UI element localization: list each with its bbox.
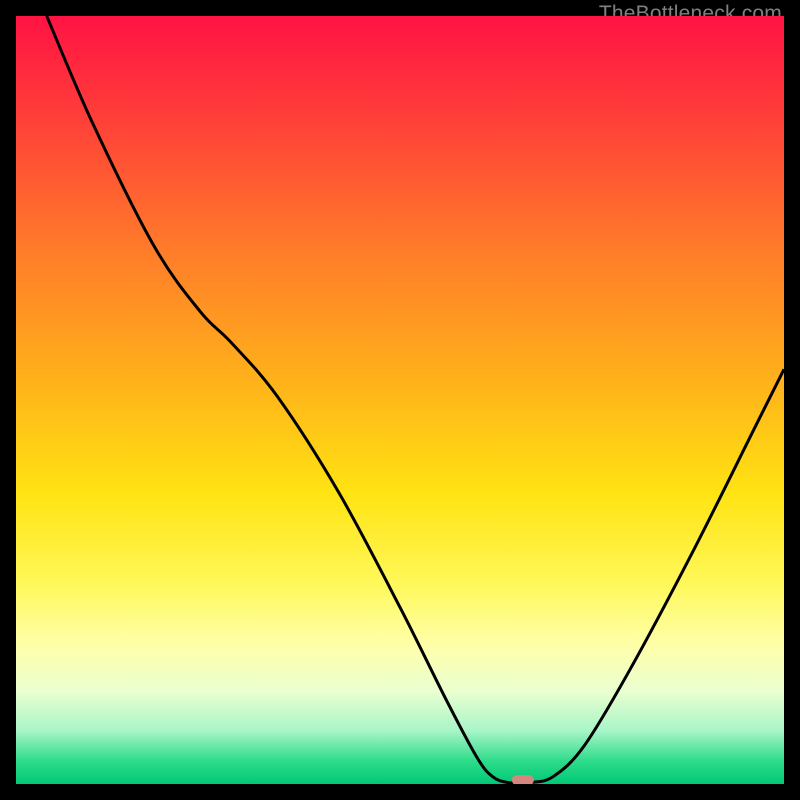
chart-stage: TheBottleneck.com <box>0 0 800 800</box>
optimal-marker <box>512 775 534 784</box>
gradient-background <box>16 16 784 784</box>
chart-frame <box>16 16 784 784</box>
chart-svg <box>16 16 784 784</box>
